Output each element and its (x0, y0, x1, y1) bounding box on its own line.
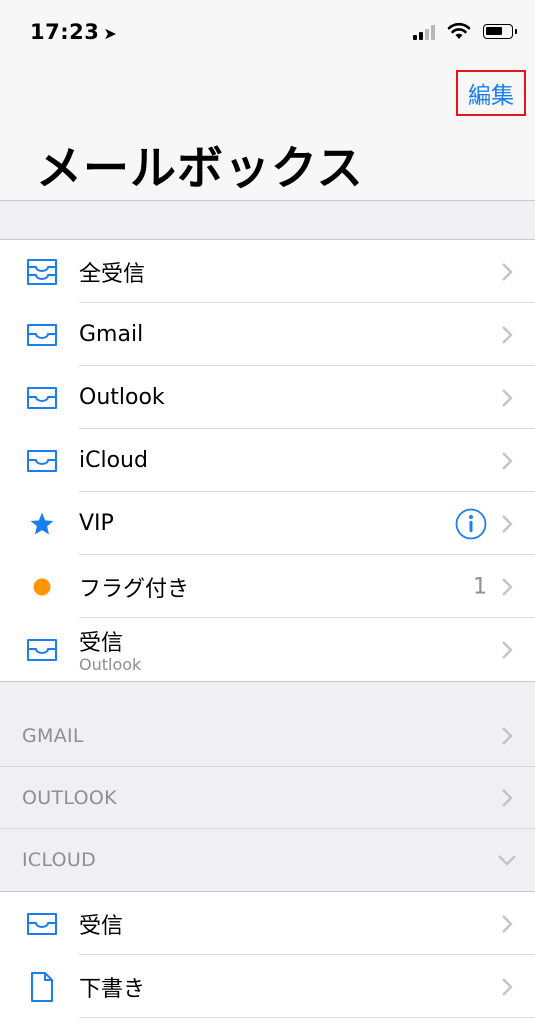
icloud-drafts[interactable]: 下書き (0, 955, 535, 1018)
tray-icon (24, 320, 60, 350)
section-label: GMAIL (22, 725, 84, 747)
chevron-down-icon (498, 855, 516, 866)
chevron-right-icon (502, 388, 513, 407)
mailbox-outlook[interactable]: Outlook (0, 366, 535, 429)
battery-icon (483, 24, 517, 39)
tray-icon (24, 383, 60, 413)
account-section-icloud[interactable]: ICLOUD (0, 829, 535, 891)
mailbox-all-inboxes[interactable]: 全受信 (0, 240, 535, 303)
tray-icon (24, 635, 60, 665)
flag-dot-icon (24, 572, 60, 602)
mailbox-label: Gmail (79, 322, 144, 347)
cellular-signal-icon (413, 24, 439, 40)
chevron-right-icon (502, 914, 513, 933)
unread-count: 1 (473, 574, 487, 599)
mailbox-label: 受信 (79, 631, 124, 656)
tray-icon (24, 446, 60, 476)
chevron-right-icon (502, 727, 513, 745)
nav-divider (0, 200, 535, 201)
wifi-icon (447, 22, 471, 39)
chevron-right-icon (502, 325, 513, 344)
tray-icon (24, 909, 60, 939)
status-time: 17:23 ➤ (30, 20, 117, 44)
folder-label: 下書き (79, 976, 146, 1002)
location-arrow-icon: ➤ (103, 24, 118, 43)
icloud-inbox[interactable]: 受信 (0, 892, 535, 955)
chevron-right-icon (502, 640, 513, 659)
mailbox-vip[interactable]: VIP (0, 492, 535, 555)
page-title: メールボックス (36, 141, 364, 195)
account-section-outlook[interactable]: OUTLOOK (0, 767, 535, 829)
chevron-right-icon (502, 514, 513, 533)
chevron-right-icon (502, 789, 513, 807)
mailbox-label: iCloud (79, 448, 148, 473)
status-bar: 17:23 ➤ (0, 0, 535, 60)
mailbox-label: Outlook (79, 385, 165, 410)
group-bottom-divider (0, 681, 535, 682)
mailbox-icloud[interactable]: iCloud (0, 429, 535, 492)
star-icon (24, 509, 60, 539)
tray-stack-icon (24, 257, 60, 287)
status-icons (405, 22, 517, 42)
chevron-right-icon (502, 451, 513, 470)
chevron-right-icon (502, 262, 513, 281)
mailbox-flagged[interactable]: フラグ付き 1 (0, 555, 535, 618)
section-label: ICLOUD (22, 849, 97, 871)
edit-button[interactable]: 編集 (456, 70, 526, 116)
mailbox-sublabel: Outlook (79, 655, 142, 674)
mailbox-label: 全受信 (79, 261, 146, 287)
chevron-right-icon (502, 577, 513, 596)
info-icon[interactable] (455, 508, 487, 540)
folder-label: 受信 (79, 913, 124, 939)
mailbox-outlook-inbox[interactable]: 受信 Outlook (0, 618, 535, 681)
document-icon (24, 971, 60, 1002)
clock: 17:23 (30, 20, 100, 44)
mailbox-label: VIP (79, 511, 114, 536)
account-section-gmail[interactable]: GMAIL (0, 705, 535, 767)
mailbox-label: フラグ付き (79, 576, 190, 602)
mailbox-gmail[interactable]: Gmail (0, 303, 535, 366)
navigation-bar: 編集 メールボックス (0, 60, 535, 200)
icloud-folder-list: 受信 下書き (0, 892, 535, 1024)
chevron-right-icon (502, 977, 513, 996)
mailboxes-list: 全受信 Gmail Outlook iCloud VIP フラグ付き 1 受信 … (0, 240, 535, 681)
section-label: OUTLOOK (22, 787, 117, 809)
